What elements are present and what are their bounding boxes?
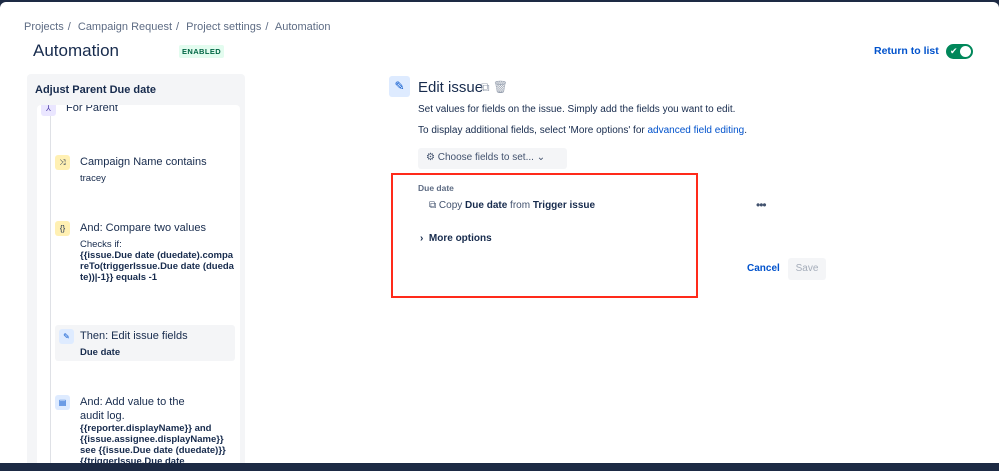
- breadcrumb-campaign-request[interactable]: Campaign Request: [78, 21, 172, 33]
- step-for-parent[interactable]: ⅄ For Parent: [41, 105, 221, 116]
- pencil-icon: ✎: [389, 76, 410, 97]
- chevron-right-icon: ›: [420, 233, 424, 244]
- step-compare-values[interactable]: {} And: Compare two values Checks if: {{i…: [55, 221, 235, 283]
- breadcrumb-project-settings[interactable]: Project settings: [186, 21, 261, 33]
- braces-icon: {}: [55, 221, 70, 236]
- copy-icon: ⧉: [429, 200, 437, 211]
- field-label: Due date: [418, 183, 454, 193]
- step-detail: Due date: [80, 347, 121, 358]
- chevron-down-icon: ⌄: [536, 152, 546, 163]
- status-badge: ENABLED: [179, 45, 225, 58]
- step-label: And: Compare two values: [80, 222, 206, 234]
- editor-description: Set values for fields on the issue. Simp…: [418, 104, 736, 115]
- step-label: Campaign Name contains: [80, 156, 207, 168]
- step-label: Then: Edit issue fields: [80, 330, 188, 342]
- step-condition-campaign-name[interactable]: ⤨ Campaign Name contains tracey: [55, 155, 235, 184]
- return-to-list-link[interactable]: Return to list: [874, 45, 939, 57]
- step-detail: {{issue.Due date (duedate).compareTo(tri…: [80, 250, 234, 283]
- breadcrumb-automation[interactable]: Automation: [275, 21, 331, 33]
- step-detail: {{reporter.displayName}} and {{issue.ass…: [80, 423, 226, 463]
- log-icon: ▤: [55, 395, 70, 410]
- automation-page: Projects / Campaign Request / Project sett…: [0, 2, 999, 463]
- trash-icon[interactable]: 🗑: [493, 80, 508, 94]
- page-title: Automation: [33, 41, 119, 60]
- advanced-field-editing-link[interactable]: advanced field editing: [648, 125, 745, 136]
- rule-title: Adjust Parent Due date: [35, 84, 157, 96]
- breadcrumb: Projects / Campaign Request / Project sett…: [24, 21, 331, 33]
- rule-panel: Adjust Parent Due date ⅄ For Parent ⤨ Ca…: [27, 74, 245, 463]
- more-actions-icon[interactable]: •••: [756, 198, 767, 212]
- editor-hint: To display additional fields, select 'Mo…: [418, 125, 748, 136]
- branch-icon: ⅄: [41, 105, 56, 116]
- cancel-button[interactable]: Cancel: [747, 263, 780, 274]
- breadcrumb-projects[interactable]: Projects: [24, 21, 64, 33]
- step-detail-prefix: Checks if:: [80, 239, 122, 250]
- rule-enabled-toggle[interactable]: ✔: [946, 44, 973, 59]
- more-options-toggle[interactable]: › More options: [420, 233, 492, 244]
- gear-icon: ⚙: [426, 152, 435, 163]
- copy-field-value[interactable]: ⧉ Copy Due date from Trigger issue: [429, 200, 595, 211]
- shuffle-icon: ⤨: [55, 155, 70, 170]
- step-label: For Parent: [66, 105, 118, 114]
- check-icon: ✔: [950, 46, 958, 56]
- step-edit-issue[interactable]: ✎ Then: Edit issue fields Due date: [55, 325, 235, 361]
- editor-title: Edit issue: [418, 79, 484, 96]
- choose-fields-dropdown[interactable]: ⚙ Choose fields to set... ⌄: [418, 148, 567, 169]
- step-label: And: Add value to the audit log.: [80, 396, 185, 422]
- step-detail: tracey: [80, 173, 106, 184]
- step-audit-log[interactable]: ▤ And: Add value to the audit log. {{rep…: [55, 395, 235, 463]
- pencil-icon: ✎: [59, 329, 74, 344]
- save-button[interactable]: Save: [788, 258, 826, 280]
- rule-steps: ⅄ For Parent ⤨ Campaign Name contains tr…: [37, 105, 240, 463]
- copy-icon[interactable]: ⧉: [481, 80, 490, 94]
